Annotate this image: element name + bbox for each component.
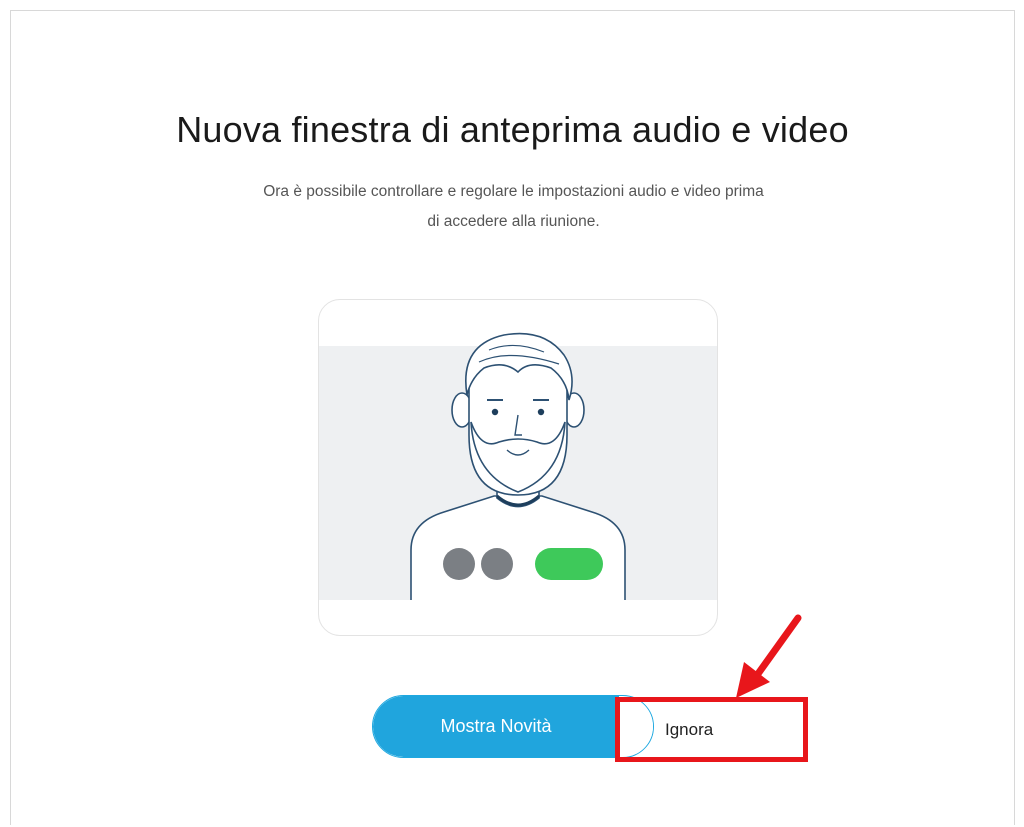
dialog-title: Nuova finestra di anteprima audio e vide… — [176, 109, 849, 150]
show-news-button[interactable]: Mostra Novità — [373, 696, 619, 757]
join-pill-icon — [535, 548, 603, 580]
preview-illustration — [318, 299, 718, 636]
person-preview-illustration — [319, 332, 717, 600]
dialog-subtitle: Ora è possibile controllare e regolare l… — [263, 183, 764, 230]
ignore-button[interactable]: Ignora — [615, 697, 808, 762]
camera-toggle-icon — [481, 548, 513, 580]
action-button-group: Mostra Novità — [372, 695, 654, 758]
mic-toggle-icon — [443, 548, 475, 580]
